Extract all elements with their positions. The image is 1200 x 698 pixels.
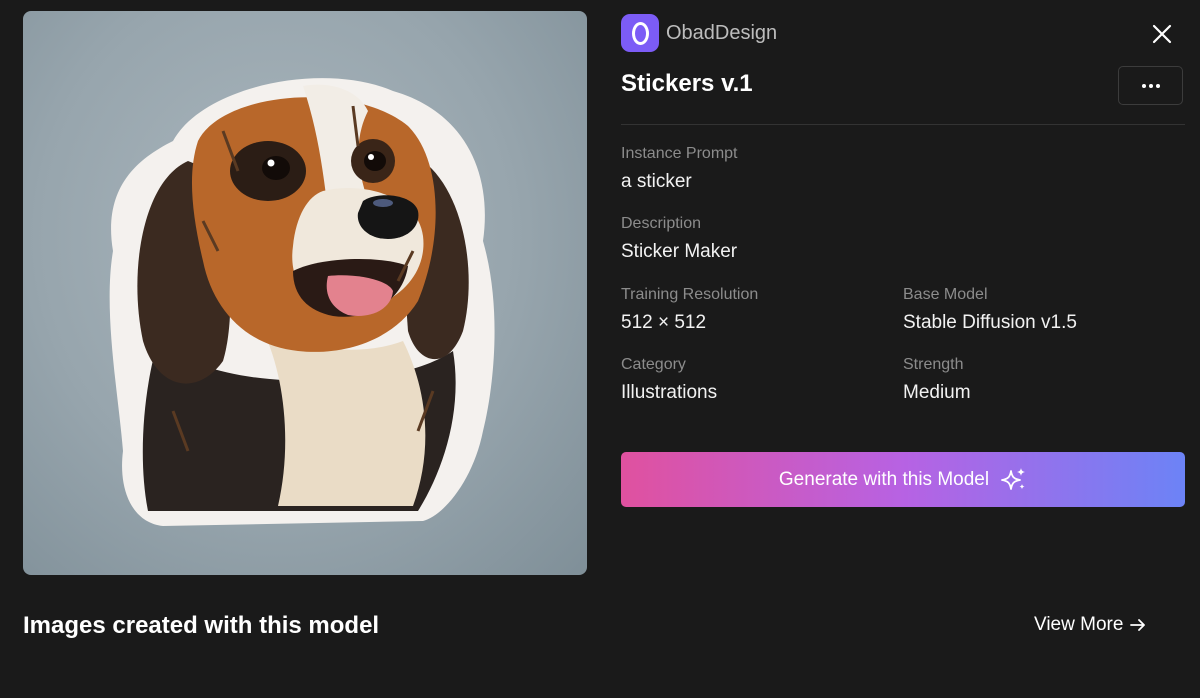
view-more-label: View More [1034, 614, 1124, 635]
field-label: Strength [903, 356, 964, 373]
field-value: Illustrations [621, 382, 718, 403]
generate-button-label: Generate with this Model [778, 468, 990, 490]
dog-chest [263, 331, 426, 506]
field-label: Category [621, 356, 686, 373]
arrow-right-icon [1129, 616, 1147, 634]
author-logo-letter-icon [631, 21, 649, 45]
more-options-button[interactable] [1118, 66, 1183, 105]
field-value: Sticker Maker [621, 241, 738, 262]
view-more-link[interactable]: View More [1034, 614, 1147, 636]
close-icon [1152, 24, 1172, 44]
field-value: Medium [903, 382, 971, 403]
field-value: 512 × 512 [621, 312, 707, 333]
dog-eye-right [364, 151, 386, 171]
header-divider [621, 124, 1185, 125]
dog-eye-left [262, 156, 290, 180]
model-title: Stickers v.1 [621, 70, 753, 97]
author-badge[interactable]: ObadDesign [621, 14, 777, 52]
field-description: Description Sticker Maker [621, 213, 737, 264]
field-base-model: Base Model Stable Diffusion v1.5 [903, 284, 1077, 335]
field-value: a sticker [621, 171, 692, 192]
field-value: Stable Diffusion v1.5 [903, 312, 1077, 333]
generate-button[interactable]: Generate with this Model [621, 452, 1185, 507]
gallery-section-title: Images created with this model [23, 612, 380, 639]
field-label: Training Resolution [621, 286, 759, 303]
more-icon [1141, 83, 1146, 88]
field-category: Category Illustrations [621, 354, 717, 405]
field-strength: Strength Medium [903, 354, 971, 405]
field-label: Description [621, 215, 702, 232]
close-button[interactable] [1148, 20, 1176, 48]
author-name: ObadDesign [666, 21, 778, 44]
model-preview-image [23, 11, 587, 575]
sparkle-icon [1001, 467, 1027, 493]
author-logo [621, 14, 659, 52]
field-label: Base Model [903, 286, 988, 303]
field-training-resolution: Training Resolution 512 × 512 [621, 284, 758, 335]
field-instance-prompt: Instance Prompt a sticker [621, 143, 738, 194]
dog-sticker-illustration [109, 78, 495, 526]
field-label: Instance Prompt [621, 145, 738, 162]
